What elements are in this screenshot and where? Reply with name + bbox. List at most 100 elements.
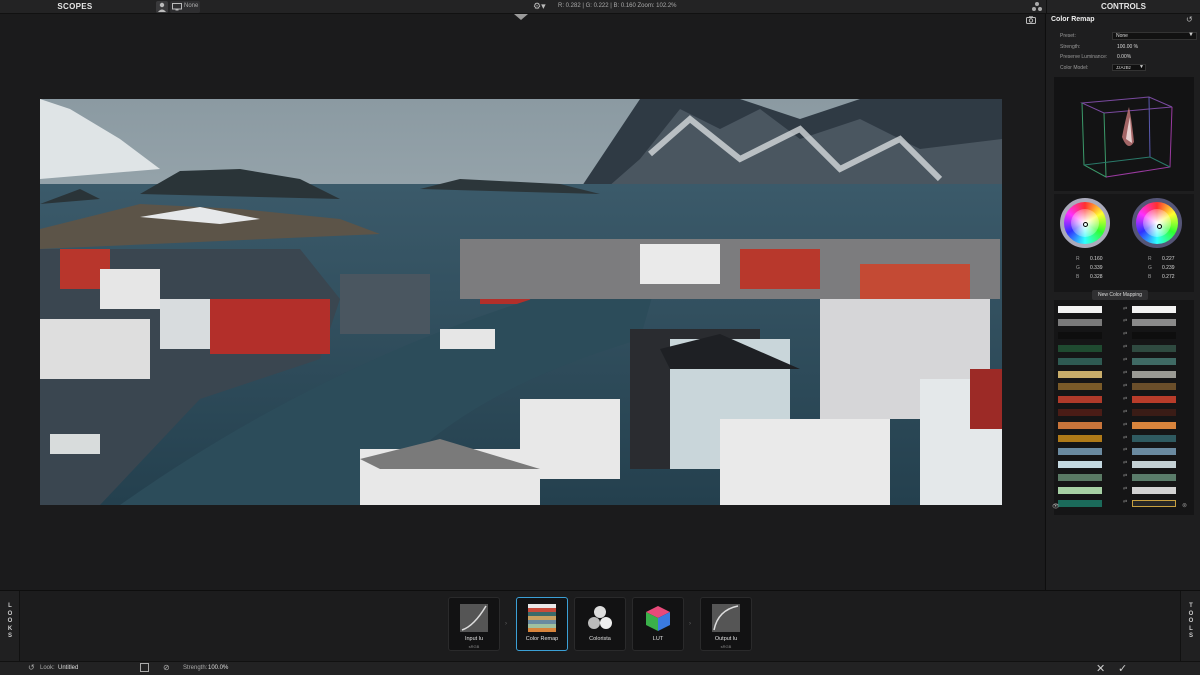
look-label: Look: — [40, 665, 55, 671]
target-color-swatch[interactable] — [1132, 409, 1176, 417]
target-color-swatch[interactable] — [1132, 383, 1176, 391]
source-color-swatch[interactable] — [1058, 499, 1102, 507]
source-color-swatch[interactable] — [1058, 422, 1102, 430]
bottom-bar: ↺ Look: Untitled ⊘ Strength: 100.0% ✕ ✓ — [0, 661, 1200, 675]
strength-label: Strength: — [1060, 44, 1081, 50]
target-color-swatch[interactable] — [1132, 306, 1176, 313]
tool-input-lut[interactable]: Input lu sRGB — [448, 597, 500, 651]
looks-toggle[interactable]: LOOKS — [0, 591, 20, 662]
right-r-value: 0.227 — [1162, 256, 1175, 262]
source-color-swatch[interactable] — [1058, 318, 1102, 326]
link-icon[interactable]: ⇄ — [1123, 383, 1127, 389]
target-color-swatch[interactable] — [1132, 422, 1176, 430]
source-color-swatch[interactable] — [1058, 331, 1102, 339]
chevron-down-icon: ▼ — [1139, 64, 1144, 70]
target-color-swatch[interactable] — [1132, 473, 1176, 481]
link-icon[interactable]: ⇄ — [1123, 306, 1127, 312]
source-color-swatch[interactable] — [1058, 435, 1102, 442]
target-color-swatch[interactable] — [1132, 318, 1176, 326]
link-icon[interactable]: ⇄ — [1123, 370, 1127, 376]
source-color-swatch[interactable] — [1058, 486, 1102, 494]
curve-icon — [460, 604, 488, 632]
target-color-swatch[interactable] — [1132, 447, 1176, 455]
tool-colorista[interactable]: Colorista — [574, 597, 626, 651]
left-b-label: B — [1076, 274, 1080, 280]
link-icon[interactable]: ⇄ — [1123, 486, 1127, 492]
left-r-label: R — [1076, 256, 1080, 262]
tool-sublabel: sRGB — [720, 644, 732, 649]
side-letter: K — [7, 625, 13, 632]
color-wheels: R 0.160 G 0.339 B 0.328 R 0.227 G 0.239 … — [1054, 194, 1194, 292]
link-icon[interactable]: ⇄ — [1123, 344, 1127, 350]
source-color-swatch[interactable] — [1058, 383, 1102, 391]
source-color-swatch[interactable] — [1058, 460, 1102, 468]
preset-select[interactable]: None ▼ — [1112, 32, 1197, 40]
color-model-value: JzAzBz — [1116, 65, 1132, 70]
chain-separator: › — [689, 621, 691, 627]
link-icon[interactable]: ⇄ — [1123, 318, 1127, 324]
target-color-swatch[interactable] — [1132, 344, 1176, 352]
tool-lut[interactable]: LUT — [632, 597, 684, 651]
link-icon[interactable]: ⇄ — [1123, 447, 1127, 453]
look-name[interactable]: Untitled — [58, 665, 78, 671]
color-cube-view[interactable] — [1054, 77, 1194, 191]
target-color-swatch[interactable] — [1132, 396, 1176, 404]
tool-color-remap[interactable]: Color Remap — [516, 597, 568, 651]
target-color-swatch[interactable] — [1132, 331, 1176, 339]
color-mapping-list: ⇄ ⇄ ⇄ ⇄ ⇄ ⇄ ⇄ ⇄ ⇄ ⇄ ⇄ ⇄ ⇄ ⇄ ⇄ ⇄ — [1054, 300, 1194, 515]
source-color-swatch[interactable] — [1058, 370, 1102, 378]
color-model-select[interactable]: JzAzBz ▼ — [1112, 64, 1146, 71]
source-color-swatch[interactable] — [1058, 306, 1102, 313]
strength-value[interactable]: 100.00 % — [1117, 44, 1138, 50]
scope-preset-value: None — [184, 3, 199, 9]
nodes-icon[interactable] — [1031, 1, 1043, 13]
target-color-swatch[interactable] — [1132, 435, 1176, 442]
link-icon[interactable]: ⇄ — [1123, 422, 1127, 428]
target-color-wheel[interactable] — [1132, 198, 1182, 248]
effect-title: Color Remap — [1051, 16, 1095, 23]
target-color-swatch[interactable] — [1132, 370, 1176, 378]
disable-icon[interactable]: ⊘ — [163, 663, 170, 672]
delete-icon[interactable]: ⊗ — [1182, 502, 1187, 509]
source-color-swatch[interactable] — [1058, 396, 1102, 404]
source-color-swatch[interactable] — [1058, 344, 1102, 352]
source-color-swatch[interactable] — [1058, 473, 1102, 481]
link-icon[interactable]: ⇄ — [1123, 396, 1127, 402]
scope-preset-select[interactable]: None — [170, 1, 200, 13]
eye-icon[interactable]: 👁 — [1052, 503, 1060, 510]
preserve-luminance-value[interactable]: 0.00% — [1117, 54, 1131, 60]
link-icon[interactable]: ⇄ — [1123, 409, 1127, 415]
gear-icon[interactable]: ⚙▾ — [533, 1, 546, 12]
footer-strength-label: Strength: — [183, 665, 208, 671]
source-color-wheel[interactable] — [1060, 198, 1110, 248]
footer-strength-value[interactable]: 100.0% — [208, 665, 228, 671]
color-model-label: Color Model: — [1060, 65, 1089, 71]
link-icon[interactable]: ⇄ — [1123, 499, 1127, 505]
link-icon[interactable]: ⇄ — [1123, 460, 1127, 466]
save-look-icon[interactable] — [140, 663, 149, 672]
undo-icon[interactable]: ↺ — [28, 663, 35, 672]
source-color-swatch[interactable] — [1058, 409, 1102, 417]
new-color-mapping-button[interactable]: New Color Mapping — [1092, 290, 1148, 300]
camera-icon[interactable] — [1026, 16, 1036, 24]
person-icon[interactable] — [156, 1, 168, 13]
apply-check-icon[interactable]: ✓ — [1118, 662, 1127, 675]
controls-panel: Color Remap ↺ Preset: None ▼ Strength: 1… — [1045, 14, 1200, 590]
link-icon[interactable]: ⇄ — [1123, 357, 1127, 363]
collapse-arrow-icon[interactable] — [514, 14, 528, 20]
target-color-swatch[interactable] — [1132, 460, 1176, 468]
tools-toggle[interactable]: TOOLS — [1180, 591, 1200, 662]
link-icon[interactable]: ⇄ — [1123, 331, 1127, 337]
link-icon[interactable]: ⇄ — [1123, 435, 1127, 441]
source-color-swatch[interactable] — [1058, 357, 1102, 365]
top-bar: SCOPES None ⚙▾ R: 0.282 | G: 0.222 | B: … — [0, 0, 1200, 14]
target-color-swatch[interactable] — [1132, 486, 1176, 494]
link-icon[interactable]: ⇄ — [1123, 473, 1127, 479]
chain-separator: › — [505, 621, 507, 627]
tool-output-lut[interactable]: Output lu sRGB — [700, 597, 752, 651]
reset-icon[interactable]: ↺ — [1186, 15, 1193, 24]
cancel-icon[interactable]: ✕ — [1096, 662, 1105, 675]
target-color-swatch[interactable] — [1132, 499, 1176, 507]
source-color-swatch[interactable] — [1058, 447, 1102, 455]
target-color-swatch[interactable] — [1132, 357, 1176, 365]
